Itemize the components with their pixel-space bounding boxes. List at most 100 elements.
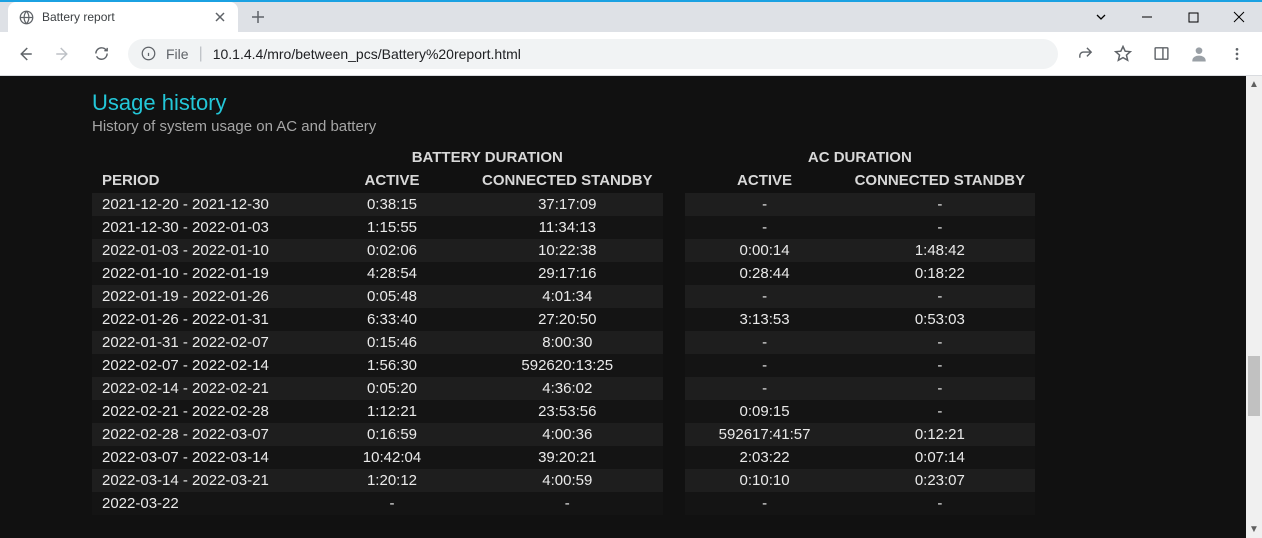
table-row: 2022-01-19 - 2022-01-260:05:484:01:34-- bbox=[92, 285, 1035, 308]
tab-title: Battery report bbox=[42, 10, 204, 24]
cell-battery-active: 6:33:40 bbox=[312, 308, 472, 331]
table-row: 2022-01-10 - 2022-01-194:28:5429:17:16 0:… bbox=[92, 262, 1035, 285]
cell-battery-active: 1:20:12 bbox=[312, 469, 472, 492]
cell-ac-active: 3:13:53 bbox=[685, 308, 845, 331]
header-ac-standby: CONNECTED STANDBY bbox=[845, 168, 1036, 193]
cell-period: 2022-03-07 - 2022-03-14 bbox=[92, 446, 312, 469]
cell-battery-standby: 29:17:16 bbox=[472, 262, 663, 285]
table-row: 2022-03-22---- bbox=[92, 492, 1035, 515]
info-icon[interactable] bbox=[140, 46, 156, 62]
header-battery-standby: CONNECTED STANDBY bbox=[472, 168, 663, 193]
cell-period: 2022-01-31 - 2022-02-07 bbox=[92, 331, 312, 354]
table-row: 2022-01-03 - 2022-01-100:02:0610:22:38 0:… bbox=[92, 239, 1035, 262]
window-minimize-icon[interactable] bbox=[1124, 2, 1170, 32]
profile-icon[interactable] bbox=[1182, 37, 1216, 71]
tab-close-icon[interactable] bbox=[212, 9, 228, 25]
cell-ac-active: - bbox=[685, 285, 845, 308]
cell-ac-standby: - bbox=[845, 216, 1036, 239]
table-row: 2022-02-14 - 2022-02-210:05:204:36:02-- bbox=[92, 377, 1035, 400]
header-ac-duration: AC DURATION bbox=[685, 147, 1036, 168]
cell-period: 2022-02-21 - 2022-02-28 bbox=[92, 400, 312, 423]
cell-ac-standby: 0:07:14 bbox=[845, 446, 1036, 469]
cell-period: 2022-03-14 - 2022-03-21 bbox=[92, 469, 312, 492]
browser-tab[interactable]: Battery report bbox=[8, 2, 238, 32]
address-bar[interactable]: File | 10.1.4.4/mro/between_pcs/Battery%… bbox=[128, 39, 1058, 69]
share-icon[interactable] bbox=[1068, 37, 1102, 71]
table-row: 2022-02-07 - 2022-02-141:56:30592620:13:… bbox=[92, 354, 1035, 377]
table-row: 2022-03-07 - 2022-03-1410:42:0439:20:212… bbox=[92, 446, 1035, 469]
cell-battery-active: 1:56:30 bbox=[312, 354, 472, 377]
cell-battery-active: 0:15:46 bbox=[312, 331, 472, 354]
cell-ac-standby: 0:53:03 bbox=[845, 308, 1036, 331]
cell-ac-standby: 0:12:21 bbox=[845, 423, 1036, 446]
cell-period: 2021-12-30 - 2022-01-03 bbox=[92, 216, 312, 239]
url-text: 10.1.4.4/mro/between_pcs/Battery%20repor… bbox=[213, 46, 521, 62]
url-separator: | bbox=[199, 45, 203, 63]
cell-period: 2022-01-26 - 2022-01-31 bbox=[92, 308, 312, 331]
cell-ac-standby: 0:18:22 bbox=[845, 262, 1036, 285]
tab-search-icon[interactable] bbox=[1078, 2, 1124, 32]
cell-battery-active: 0:38:15 bbox=[312, 193, 472, 216]
cell-ac-active: - bbox=[685, 377, 845, 400]
cell-period: 2022-01-03 - 2022-01-10 bbox=[92, 239, 312, 262]
cell-ac-standby: - bbox=[845, 331, 1036, 354]
cell-ac-active: - bbox=[685, 492, 845, 515]
table-row: 2022-01-31 - 2022-02-070:15:468:00:30-- bbox=[92, 331, 1035, 354]
cell-battery-active: 10:42:04 bbox=[312, 446, 472, 469]
cell-battery-standby: 8:00:30 bbox=[472, 331, 663, 354]
forward-button[interactable] bbox=[46, 37, 80, 71]
cell-ac-active: 0:10:10 bbox=[685, 469, 845, 492]
table-row: 2022-01-26 - 2022-01-316:33:4027:20:503:… bbox=[92, 308, 1035, 331]
cell-battery-active: 0:05:48 bbox=[312, 285, 472, 308]
vertical-scrollbar[interactable]: ▲ ▼ bbox=[1246, 76, 1262, 538]
cell-battery-standby: 4:36:02 bbox=[472, 377, 663, 400]
cell-battery-active: - bbox=[312, 492, 472, 515]
menu-icon[interactable] bbox=[1220, 37, 1254, 71]
cell-battery-active: 4:28:54 bbox=[312, 262, 472, 285]
cell-period: 2022-01-19 - 2022-01-26 bbox=[92, 285, 312, 308]
window-close-icon[interactable] bbox=[1216, 2, 1262, 32]
page-viewport: Usage history History of system usage on… bbox=[0, 76, 1262, 538]
cell-ac-standby: - bbox=[845, 400, 1036, 423]
bookmark-icon[interactable] bbox=[1106, 37, 1140, 71]
header-battery-duration: BATTERY DURATION bbox=[312, 147, 663, 168]
cell-period: 2022-02-28 - 2022-03-07 bbox=[92, 423, 312, 446]
scroll-down-icon[interactable]: ▼ bbox=[1246, 521, 1262, 538]
cell-battery-standby: 10:22:38 bbox=[472, 239, 663, 262]
cell-battery-standby: 39:20:21 bbox=[472, 446, 663, 469]
cell-battery-standby: - bbox=[472, 492, 663, 515]
cell-ac-active: - bbox=[685, 193, 845, 216]
cell-period: 2022-02-07 - 2022-02-14 bbox=[92, 354, 312, 377]
cell-ac-active: - bbox=[685, 216, 845, 239]
cell-battery-standby: 4:00:59 bbox=[472, 469, 663, 492]
cell-period: 2021-12-20 - 2021-12-30 bbox=[92, 193, 312, 216]
table-row: 2022-02-21 - 2022-02-281:12:2123:53:560:… bbox=[92, 400, 1035, 423]
scrollbar-thumb[interactable] bbox=[1248, 356, 1260, 416]
section-subtitle: History of system usage on AC and batter… bbox=[92, 118, 1262, 135]
cell-battery-active: 1:15:55 bbox=[312, 216, 472, 239]
cell-ac-standby: - bbox=[845, 377, 1036, 400]
scroll-up-icon[interactable]: ▲ bbox=[1246, 76, 1262, 93]
cell-ac-active: 592617:41:57 bbox=[685, 423, 845, 446]
cell-ac-active: 0:00:14 bbox=[685, 239, 845, 262]
section-title: Usage history bbox=[92, 90, 1262, 116]
usage-history-table: BATTERY DURATION AC DURATION PERIOD ACTI… bbox=[92, 147, 1035, 515]
side-panel-icon[interactable] bbox=[1144, 37, 1178, 71]
new-tab-button[interactable] bbox=[244, 3, 272, 31]
cell-ac-standby: - bbox=[845, 354, 1036, 377]
url-scheme: File bbox=[166, 46, 189, 62]
cell-battery-standby: 4:00:36 bbox=[472, 423, 663, 446]
back-button[interactable] bbox=[8, 37, 42, 71]
cell-battery-active: 0:02:06 bbox=[312, 239, 472, 262]
cell-period: 2022-01-10 - 2022-01-19 bbox=[92, 262, 312, 285]
window-maximize-icon[interactable] bbox=[1170, 2, 1216, 32]
reload-button[interactable] bbox=[84, 37, 118, 71]
cell-ac-active: 0:09:15 bbox=[685, 400, 845, 423]
table-row: 2022-03-14 - 2022-03-211:20:124:00:59 0:1… bbox=[92, 469, 1035, 492]
header-period: PERIOD bbox=[92, 168, 312, 193]
cell-ac-active: - bbox=[685, 354, 845, 377]
header-battery-active: ACTIVE bbox=[312, 168, 472, 193]
cell-battery-standby: 4:01:34 bbox=[472, 285, 663, 308]
cell-ac-standby: - bbox=[845, 285, 1036, 308]
cell-battery-standby: 37:17:09 bbox=[472, 193, 663, 216]
